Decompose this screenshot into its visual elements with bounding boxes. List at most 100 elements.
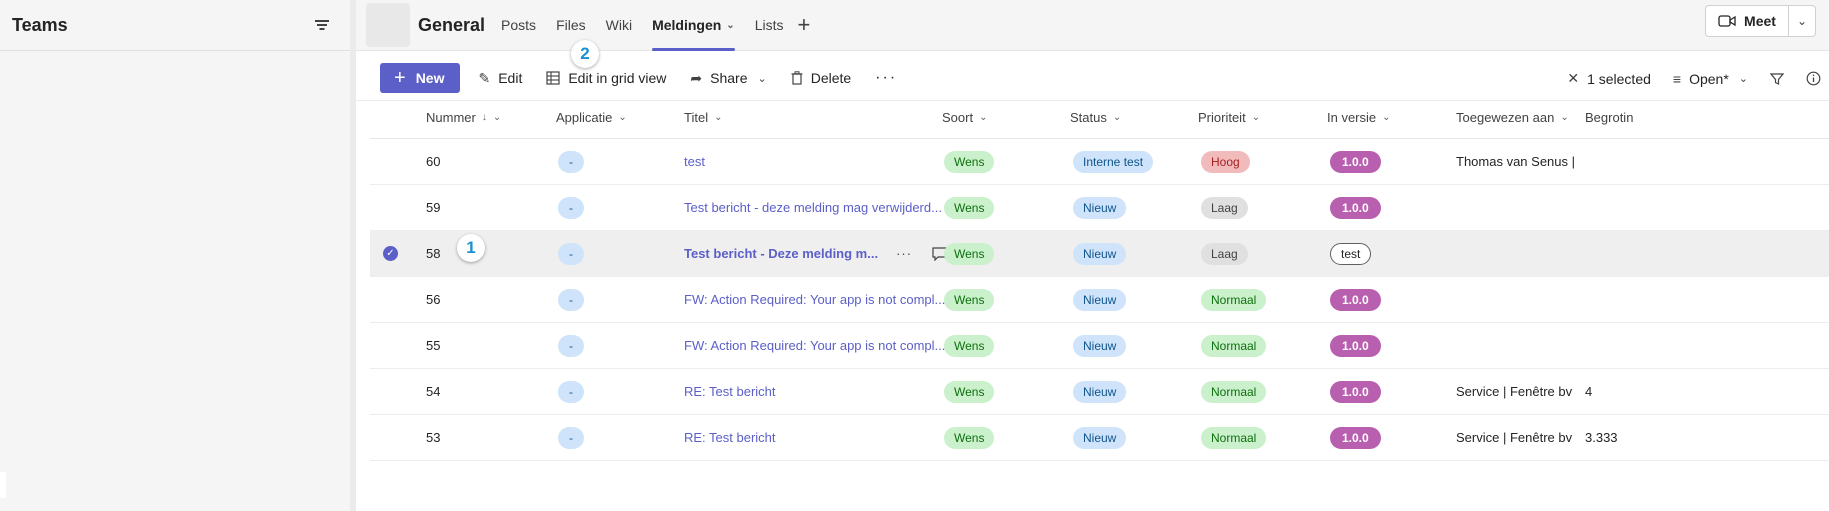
cell-titel[interactable]: RE: Test bericht <box>684 415 776 460</box>
col-status[interactable]: Status ⌄ <box>1070 110 1121 125</box>
title-link[interactable]: test <box>684 154 705 169</box>
cell-prioriteit: Normaal <box>1201 415 1267 460</box>
view-switcher[interactable]: ≡ Open* ⌄ <box>1673 71 1748 87</box>
title-link[interactable]: RE: Test bericht <box>684 384 776 399</box>
col-begroting[interactable]: Begrotin <box>1585 110 1645 125</box>
col-applicatie[interactable]: Applicatie ⌄ <box>556 110 627 125</box>
soort-pill: Wens <box>944 334 995 357</box>
col-in-versie[interactable]: In versie ⌄ <box>1327 110 1391 125</box>
cell-toegewezen <box>1456 185 1578 230</box>
title-link[interactable]: FW: Action Required: Your app is not com… <box>684 292 945 307</box>
new-button[interactable]: + New <box>380 63 461 93</box>
cell-nummer: 58 <box>426 231 440 276</box>
status-pill: Nieuw <box>1073 288 1127 311</box>
begroting-value: 4 <box>1585 384 1593 399</box>
table-row[interactable]: ✓ 58 - Test bericht - Deze melding m... ··· W… <box>370 231 1829 277</box>
command-bar-right: ✕ 1 selected ≡ Open* ⌄ <box>1567 56 1829 101</box>
cell-status: Nieuw <box>1073 415 1127 460</box>
cell-titel[interactable]: Test bericht - Deze melding m... ··· <box>684 231 948 276</box>
cell-applicatie: - <box>558 323 584 368</box>
cell-nummer: 54 <box>426 369 440 414</box>
clear-selection-button[interactable]: ✕ 1 selected <box>1567 70 1651 87</box>
status-pill: Nieuw <box>1073 380 1127 403</box>
edit-button[interactable]: ✎ Edit <box>478 70 522 87</box>
table-row[interactable]: 54 - RE: Test bericht Wens Nieuw Normaal 1.0.0… <box>370 369 1829 415</box>
funnel-icon <box>1770 72 1784 85</box>
soort-pill: Wens <box>944 288 995 311</box>
chevron-down-icon[interactable]: ⌄ <box>1789 14 1815 28</box>
tab-meldingen[interactable]: Meldingen ⌄ <box>652 0 735 51</box>
col-nummer[interactable]: Nummer ↓ ⌄ <box>426 110 501 125</box>
title-link[interactable]: FW: Action Required: Your app is not com… <box>684 338 945 353</box>
col-soort[interactable]: Soort ⌄ <box>942 110 987 125</box>
edit-grid-button[interactable]: Edit in grid view <box>546 70 666 86</box>
priority-pill: Laag <box>1201 242 1248 265</box>
cell-nummer-value: 58 <box>426 246 441 261</box>
selected-count: 1 selected <box>1587 70 1651 87</box>
column-label: Toegewezen aan <box>1456 109 1555 125</box>
cell-prioriteit: Normaal <box>1201 369 1267 414</box>
version-pill: 1.0.0 <box>1330 150 1381 173</box>
row-more-icon[interactable]: ··· <box>896 246 912 261</box>
info-button[interactable] <box>1806 71 1821 86</box>
cell-begroting: 3.333 <box>1585 415 1618 460</box>
column-label: Titel <box>684 109 709 125</box>
cell-soort: Wens <box>944 139 995 184</box>
begroting-value: 3.333 <box>1585 430 1618 445</box>
cell-nummer: 60 <box>426 139 440 184</box>
column-label: Begrotin <box>1585 109 1634 125</box>
table-row[interactable]: 53 - RE: Test bericht Wens Nieuw Normaal 1.0.0… <box>370 415 1829 461</box>
cell-in-versie: 1.0.0 <box>1330 185 1381 230</box>
table-row[interactable]: 55 - FW: Action Required: Your app is not … <box>370 323 1829 369</box>
cell-titel[interactable]: FW: Action Required: Your app is not com… <box>684 323 945 368</box>
filter-icon[interactable] <box>314 19 330 31</box>
cell-toegewezen: Service | Fenêtre bv <box>1456 369 1578 414</box>
more-options-button[interactable]: ··· <box>875 69 897 87</box>
row-select-cell[interactable]: ✓ <box>383 231 398 276</box>
tab-posts[interactable]: Posts <box>501 0 536 51</box>
cell-status: Interne test <box>1073 139 1154 184</box>
title-link[interactable]: Test bericht - deze melding mag verwijde… <box>684 200 942 215</box>
cell-titel[interactable]: test <box>684 139 705 184</box>
table-row[interactable]: 59 - Test bericht - deze melding mag verwi… <box>370 185 1829 231</box>
chevron-down-icon: ⌄ <box>979 111 988 123</box>
callout-badge-2: 2 <box>571 40 599 68</box>
table-row[interactable]: 60 - test Wens Interne test Hoog 1.0.0 Thomas v… <box>370 139 1829 185</box>
scrollbar-stub[interactable] <box>0 472 6 498</box>
status-pill: Interne test <box>1073 150 1154 173</box>
list-view-icon: ≡ <box>1672 70 1682 87</box>
cell-titel[interactable]: RE: Test bericht <box>684 369 776 414</box>
col-toegewezen[interactable]: Toegewezen aan ⌄ <box>1456 110 1569 125</box>
pencil-icon: ✎ <box>478 69 491 86</box>
column-label: Nummer <box>426 109 476 125</box>
delete-button[interactable]: Delete <box>791 70 851 86</box>
table-row[interactable]: 56 - FW: Action Required: Your app is not … <box>370 277 1829 323</box>
cell-applicatie: - <box>558 277 584 322</box>
col-prioriteit[interactable]: Prioriteit ⌄ <box>1198 110 1260 125</box>
tab-wiki[interactable]: Wiki <box>606 0 632 51</box>
applicatie-pill: - <box>558 380 584 403</box>
chevron-down-icon: ⌄ <box>492 111 502 123</box>
cell-nummer-value: 56 <box>426 292 441 307</box>
video-camera-icon <box>1718 15 1736 27</box>
cell-prioriteit: Laag <box>1201 231 1248 276</box>
title-link[interactable]: Test bericht - Deze melding m... <box>684 246 878 261</box>
new-label: New <box>415 70 445 86</box>
chevron-down-icon: ⌄ <box>714 111 723 123</box>
version-pill: 1.0.0 <box>1330 426 1381 449</box>
add-tab-icon[interactable]: + <box>797 12 810 38</box>
filter-button[interactable] <box>1770 72 1784 86</box>
applicatie-pill: - <box>558 196 584 219</box>
meet-button[interactable]: Meet ⌄ <box>1705 5 1816 37</box>
row-checkmark-icon[interactable]: ✓ <box>383 246 398 261</box>
cell-status: Nieuw <box>1073 277 1127 322</box>
list-table: Nummer ↓ ⌄ Applicatie ⌄ Titel ⌄ Soort ⌄ Statu… <box>370 96 1829 461</box>
cell-prioriteit: Hoog <box>1201 139 1250 184</box>
cell-titel[interactable]: FW: Action Required: Your app is not com… <box>684 277 945 322</box>
share-button[interactable]: ➦ Share ⌄ <box>690 70 766 87</box>
tab-lists[interactable]: Lists <box>755 0 784 51</box>
meet-main[interactable]: Meet <box>1706 6 1789 36</box>
title-link[interactable]: RE: Test bericht <box>684 430 776 445</box>
col-titel[interactable]: Titel ⌄ <box>684 110 722 125</box>
cell-titel[interactable]: Test bericht - deze melding mag verwijde… <box>684 185 942 230</box>
